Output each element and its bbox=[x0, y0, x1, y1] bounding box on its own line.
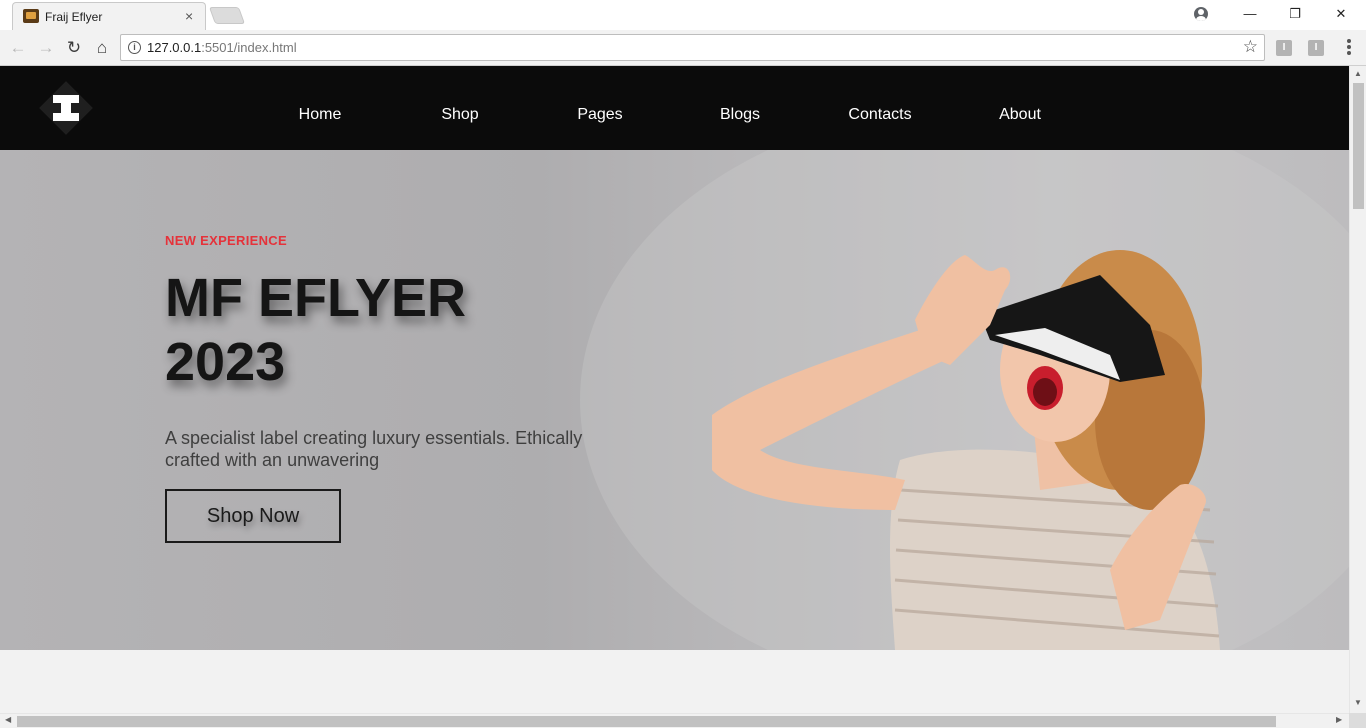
page-viewport: Home Shop Pages Blogs Contacts About NEW… bbox=[0, 66, 1349, 713]
nav-home[interactable]: Home bbox=[299, 106, 342, 124]
menu-icon[interactable] bbox=[1343, 38, 1355, 58]
hero-description: A specialist label creating luxury essen… bbox=[165, 428, 583, 470]
home-icon[interactable]: ⌂ bbox=[91, 37, 113, 59]
nav-contacts[interactable]: Contacts bbox=[848, 106, 911, 124]
close-window-button[interactable]: ✕ bbox=[1325, 3, 1357, 25]
scroll-up-arrow-icon[interactable]: ▲ bbox=[1354, 69, 1362, 78]
logo-icon[interactable] bbox=[38, 78, 94, 138]
url-path: :5501/index.html bbox=[201, 40, 297, 55]
content-section bbox=[0, 650, 1349, 713]
browser-toolbar: ← → ↻ ⌂ i 127.0.0.1:5501/index.html ☆ I … bbox=[0, 30, 1366, 66]
address-bar[interactable]: i 127.0.0.1:5501/index.html ☆ bbox=[120, 34, 1265, 61]
minimize-button[interactable]: — bbox=[1234, 3, 1266, 25]
scroll-right-arrow-icon[interactable]: ▶ bbox=[1336, 715, 1342, 724]
browser-tab[interactable]: Fraij Eflyer × bbox=[12, 2, 206, 30]
profile-icon[interactable] bbox=[1194, 7, 1208, 21]
hero-title: MF EFLYER 2023 bbox=[165, 268, 467, 392]
horizontal-scroll-thumb[interactable] bbox=[17, 716, 1276, 727]
back-arrow-icon[interactable]: ← bbox=[7, 37, 29, 59]
tab-title: Fraij Eflyer bbox=[45, 10, 103, 24]
hero-kicker: NEW EXPERIENCE bbox=[165, 233, 287, 248]
restore-button[interactable]: ❐ bbox=[1279, 3, 1311, 25]
info-icon[interactable]: i bbox=[128, 41, 141, 54]
vertical-scrollbar[interactable]: ▲ ▼ bbox=[1349, 66, 1366, 713]
extension-icon[interactable]: I bbox=[1276, 40, 1292, 56]
extension-icon[interactable]: I bbox=[1308, 40, 1324, 56]
scrollbar-corner bbox=[1349, 713, 1366, 728]
favicon-icon bbox=[23, 9, 39, 23]
reload-icon[interactable]: ↻ bbox=[63, 37, 85, 59]
tab-close-icon[interactable]: × bbox=[185, 8, 193, 24]
vertical-scroll-thumb[interactable] bbox=[1353, 83, 1364, 209]
scroll-down-arrow-icon[interactable]: ▼ bbox=[1354, 698, 1362, 707]
hero-image bbox=[580, 150, 1349, 650]
url-host: 127.0.0.1 bbox=[147, 40, 202, 55]
forward-arrow-icon[interactable]: → bbox=[35, 37, 57, 59]
site-header: Home Shop Pages Blogs Contacts About bbox=[0, 66, 1349, 150]
horizontal-scrollbar[interactable]: ◀ ▶ bbox=[0, 713, 1349, 728]
new-tab-button[interactable] bbox=[208, 7, 246, 24]
tab-strip: Fraij Eflyer × — ❐ ✕ bbox=[0, 0, 1366, 30]
hero-banner: NEW EXPERIENCE MF EFLYER 2023 A speciali… bbox=[0, 150, 1349, 650]
nav-about[interactable]: About bbox=[999, 106, 1041, 124]
url-text[interactable]: 127.0.0.1:5501/index.html bbox=[147, 40, 297, 55]
scroll-left-arrow-icon[interactable]: ◀ bbox=[5, 715, 11, 724]
nav-pages[interactable]: Pages bbox=[577, 106, 622, 124]
nav-blogs[interactable]: Blogs bbox=[720, 106, 760, 124]
shop-now-button[interactable]: Shop Now bbox=[165, 489, 341, 543]
nav-shop[interactable]: Shop bbox=[441, 106, 478, 124]
star-icon[interactable]: ☆ bbox=[1243, 37, 1258, 57]
